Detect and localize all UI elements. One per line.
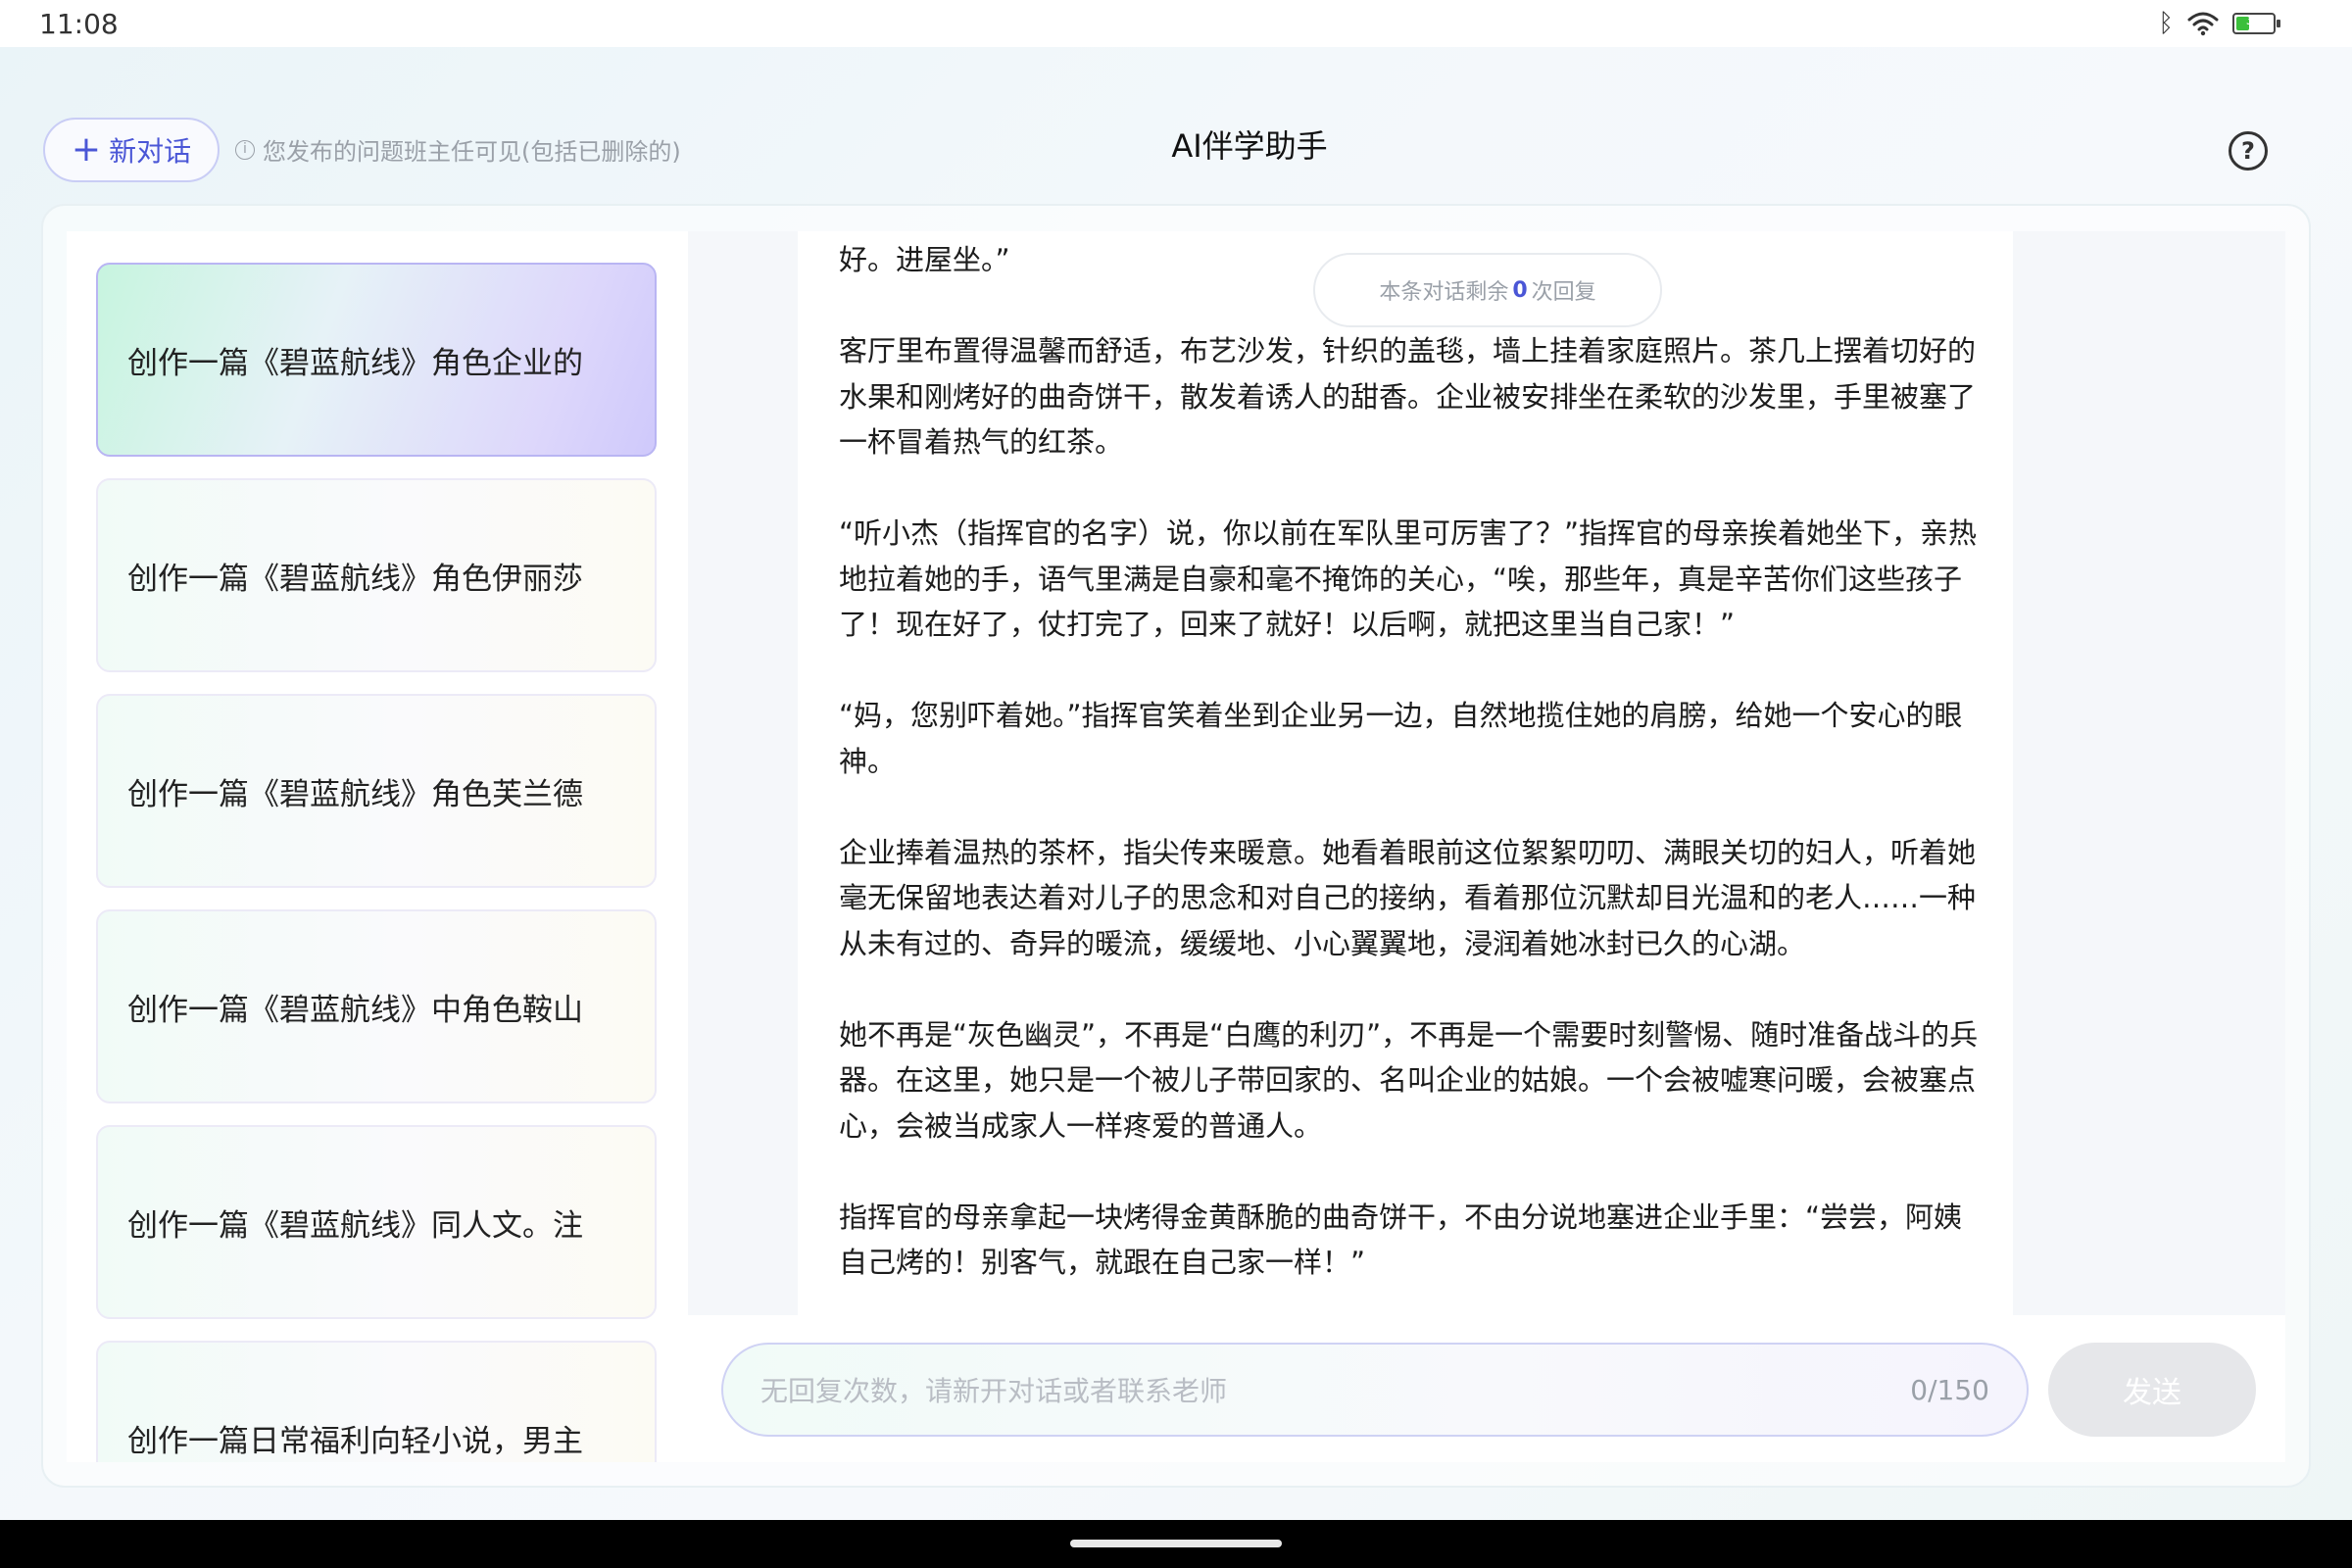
reply-input[interactable]: 无回复次数，请新开对话或者联系老师 0/150 xyxy=(721,1343,2029,1437)
system-nav-bar xyxy=(0,1520,2352,1568)
send-button[interactable]: 发送 xyxy=(2048,1343,2256,1437)
ai-message: 好。进屋坐。” 客厅里布置得温馨而舒适，布艺沙发，针织的盖毯，墙上挂着家庭照片。… xyxy=(798,231,2013,1315)
conversation-title: 创作一篇《碧蓝航线》角色企业的 xyxy=(127,345,583,381)
conversation-item[interactable]: 创作一篇《碧蓝航线》角色芙兰德 xyxy=(96,694,657,888)
conversation-item[interactable]: 创作一篇《碧蓝航线》角色企业的 xyxy=(96,263,657,457)
message-paragraph: 她不再是“灰色幽灵”，不再是“白鹰的利刃”，不再是一个需要时刻警惕、随时准备战斗… xyxy=(839,1017,1979,1143)
help-icon[interactable]: ? xyxy=(2229,131,2268,171)
conversation-title: 创作一篇《碧蓝航线》角色伊丽莎 xyxy=(127,561,583,597)
remaining-count: 0 xyxy=(1512,277,1528,303)
input-bar: 无回复次数，请新开对话或者联系老师 0/150 发送 xyxy=(688,1315,2285,1462)
conversation-item[interactable]: 创作一篇《碧蓝航线》角色伊丽莎 xyxy=(96,478,657,672)
remaining-replies-badge: 本条对话剩余 0 次回复 xyxy=(1313,253,1662,327)
conversation-title: 创作一篇《碧蓝航线》中角色鞍山 xyxy=(127,992,583,1028)
conversation-list: 创作一篇《碧蓝航线》角色企业的 创作一篇《碧蓝航线》角色伊丽莎 创作一篇《碧蓝航… xyxy=(67,231,690,1462)
conversation-item[interactable]: 创作一篇《碧蓝航线》同人文。注 xyxy=(96,1125,657,1319)
wifi-icon xyxy=(2187,12,2219,36)
bluetooth-icon: ᛒ xyxy=(2158,9,2174,38)
message-text: 好。进屋坐。” 客厅里布置得温馨而舒适，布艺沙发，针织的盖毯，墙上挂着家庭照片。… xyxy=(839,237,1990,1315)
page-title: AI伴学助手 xyxy=(1171,127,1328,165)
home-indicator[interactable] xyxy=(1070,1540,1282,1547)
status-icons: ᛒ 37 xyxy=(2158,8,2280,39)
remaining-prefix: 本条对话剩余 xyxy=(1379,280,1509,305)
conversation-item[interactable]: 创作一篇日常福利向轻小说，男主 xyxy=(96,1341,657,1462)
conversation-title: 创作一篇《碧蓝航线》角色芙兰德 xyxy=(127,776,583,812)
conversation-item[interactable]: 创作一篇《碧蓝航线》中角色鞍山 xyxy=(96,909,657,1103)
battery-level: 37 xyxy=(2245,14,2263,28)
conversation-title: 创作一篇《碧蓝航线》同人文。注 xyxy=(127,1207,583,1244)
message-paragraph: “听小杰（指挥官的名字）说，你以前在军队里可厉害了？”指挥官的母亲挨着她坐下，亲… xyxy=(839,516,1978,641)
char-counter: 0/150 xyxy=(1910,1373,1989,1406)
message-paragraph: 指挥官的母亲拿起一块烤得金黄酥脆的曲奇饼干，不由分说地塞进企业手里：“尝尝，阿姨… xyxy=(839,1200,1963,1280)
conversation-title: 创作一篇日常福利向轻小说，男主 xyxy=(127,1423,583,1459)
battery-icon: 37 xyxy=(2232,13,2280,34)
remaining-suffix: 次回复 xyxy=(1531,280,1596,305)
message-paragraph: 客厅里布置得温馨而舒适，布艺沙发，针织的盖毯，墙上挂着家庭照片。茶几上摆着切好的… xyxy=(839,334,1977,459)
chat-area[interactable]: 好。进屋坐。” 客厅里布置得温馨而舒适，布艺沙发，针织的盖毯，墙上挂着家庭照片。… xyxy=(688,231,2285,1315)
reply-input-placeholder: 无回复次数，请新开对话或者联系老师 xyxy=(760,1375,1228,1407)
status-time: 11:08 xyxy=(39,8,119,40)
message-paragraph: “妈，您别吓着她。”指挥官笑着坐到企业另一边，自然地揽住她的肩膀，给她一个安心的… xyxy=(839,699,1963,778)
status-bar: 11:08 ᛒ 37 xyxy=(0,0,2352,47)
message-paragraph: 企业捧着温热的茶杯，指尖传来暖意。她看着眼前这位絮絮叨叨、满眼关切的妇人，听着她… xyxy=(839,835,1977,960)
